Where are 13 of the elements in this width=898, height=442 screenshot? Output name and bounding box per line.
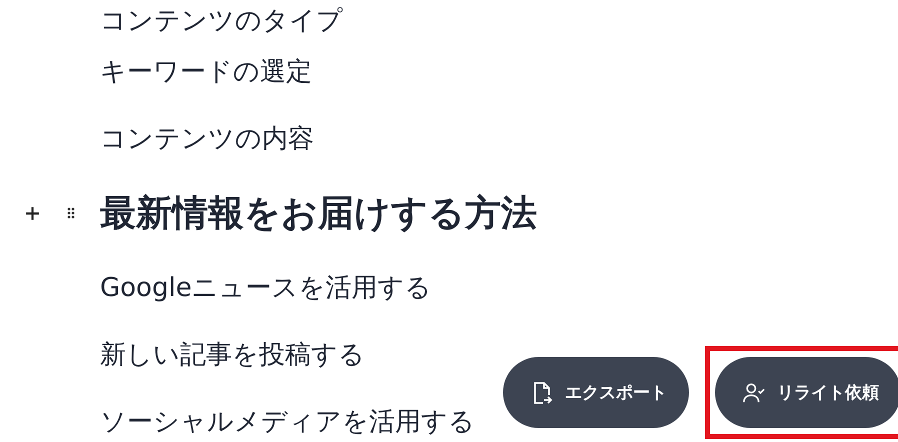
outline-item: 新しい記事を投稿する <box>100 339 365 372</box>
user-check-icon <box>743 380 765 404</box>
section-heading: 最新情報をお届けする方法 <box>100 192 537 236</box>
outline-item: キーワードの選定 <box>100 56 312 89</box>
outline-item: ソーシャルメディアを活用する <box>100 406 475 439</box>
outline-item: コンテンツのタイプ <box>100 5 343 38</box>
drag-handle-icon[interactable] <box>67 207 75 219</box>
outline-item: コンテンツの内容 <box>100 123 314 156</box>
add-block-icon[interactable] <box>25 206 40 220</box>
file-export-icon <box>531 380 553 404</box>
rewrite-request-button[interactable]: リライト依頼 <box>715 357 898 428</box>
export-button[interactable]: エクスポート <box>503 357 689 428</box>
outline-item: Googleニュースを活用する <box>100 272 432 305</box>
